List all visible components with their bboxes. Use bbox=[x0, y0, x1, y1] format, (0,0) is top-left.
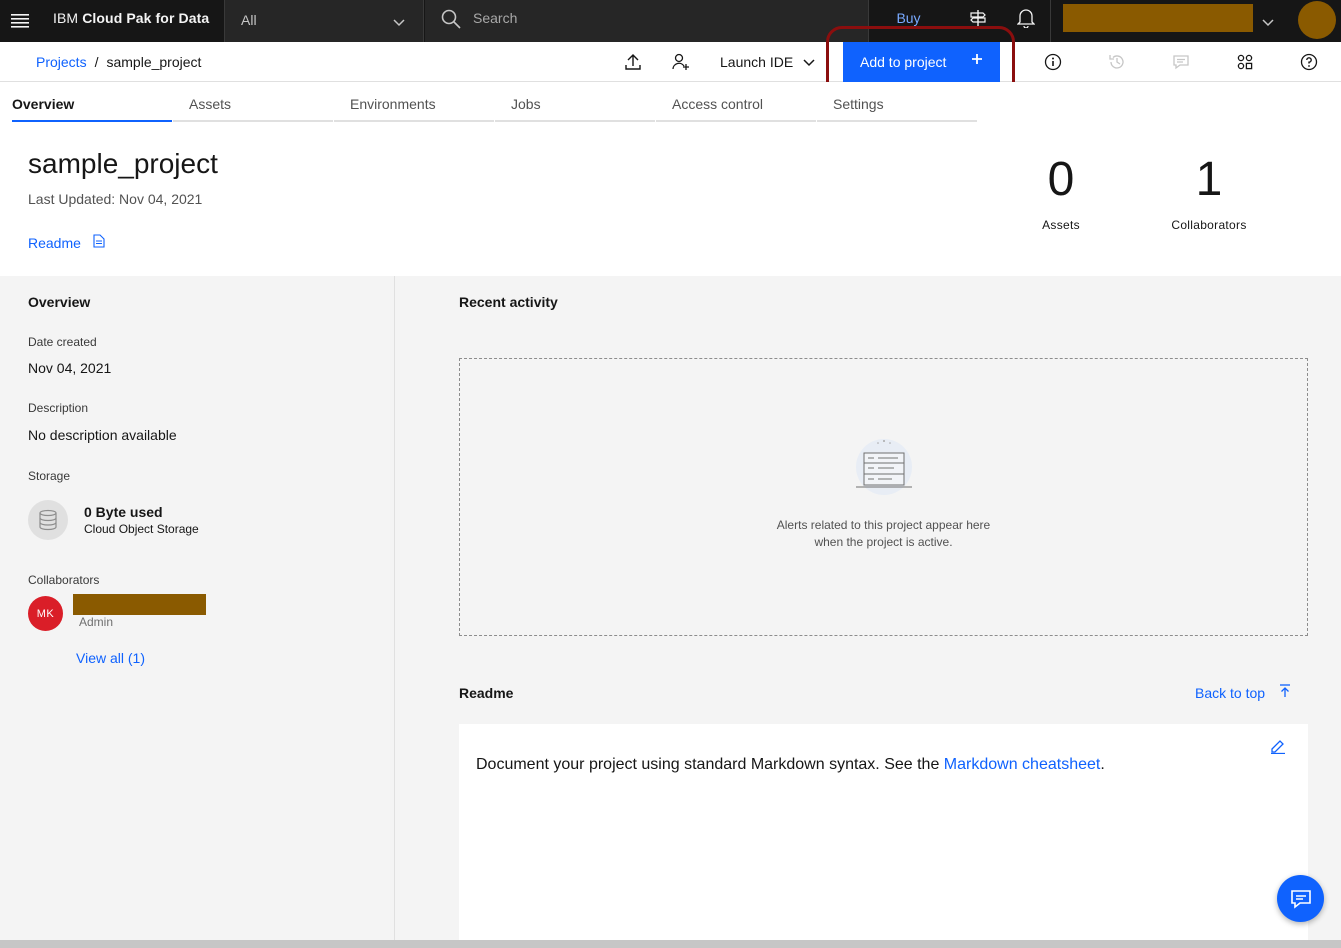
empty-state-line-1: Alerts related to this project appear he… bbox=[776, 518, 991, 532]
readme-body-suffix: . bbox=[1100, 756, 1105, 773]
add-collaborator-icon[interactable] bbox=[665, 42, 697, 82]
overview-panel-title: Overview bbox=[28, 294, 91, 310]
comment-icon[interactable] bbox=[1165, 42, 1197, 82]
breadcrumb-separator: / bbox=[94, 54, 99, 70]
breadcrumb: Projects / sample_project bbox=[36, 54, 201, 70]
help-icon[interactable] bbox=[1293, 42, 1325, 82]
chevron-down-icon bbox=[393, 14, 405, 32]
project-header-bar: Projects / sample_project Launch IDE Add t… bbox=[0, 42, 1341, 82]
tab-environments[interactable]: Environments bbox=[334, 82, 494, 122]
empty-state-message: Alerts related to this project appear he… bbox=[460, 517, 1307, 551]
date-created-label: Date created bbox=[28, 335, 97, 349]
recent-activity-title: Recent activity bbox=[459, 294, 558, 310]
apps-icon[interactable] bbox=[1229, 42, 1261, 82]
launch-ide-label: Launch IDE bbox=[720, 54, 794, 70]
readme-body-text: Document your project using standard Mar… bbox=[476, 756, 944, 773]
readme-content: Document your project using standard Mar… bbox=[459, 724, 1308, 948]
buy-link[interactable]: Buy bbox=[868, 0, 948, 42]
readme-link[interactable]: Readme bbox=[28, 234, 105, 251]
overview-panel: Overview Date created Nov 04, 2021 Descr… bbox=[0, 276, 395, 948]
search-scope-value: All bbox=[241, 12, 257, 28]
readme-title: Readme bbox=[459, 685, 514, 701]
collaborator-role: Admin bbox=[79, 615, 114, 629]
readme-body: Document your project using standard Mar… bbox=[476, 756, 1105, 774]
collaborators-count: 1 bbox=[1195, 153, 1223, 206]
signpost-icon[interactable] bbox=[954, 0, 1002, 42]
brand-prefix: IBM bbox=[53, 10, 79, 26]
avatar: MK bbox=[28, 596, 63, 631]
readme-link-label: Readme bbox=[28, 234, 81, 251]
description-label: Description bbox=[28, 401, 89, 415]
product-name[interactable]: IBM Cloud Pak for Data bbox=[53, 0, 209, 42]
add-icon bbox=[970, 52, 984, 69]
database-icon bbox=[28, 500, 68, 540]
date-created-value: Nov 04, 2021 bbox=[28, 360, 112, 376]
redacted-account-name bbox=[1063, 4, 1253, 32]
chevron-down-icon bbox=[1262, 14, 1274, 32]
collaborators-stat-label: Collaborators bbox=[1171, 218, 1247, 232]
chevron-down-icon bbox=[803, 54, 815, 70]
history-icon[interactable] bbox=[1101, 42, 1133, 82]
project-tabs: Overview Assets Environments Jobs Access… bbox=[12, 82, 977, 122]
assets-count: 0 bbox=[1047, 153, 1075, 206]
search-icon bbox=[441, 9, 461, 34]
view-all-collaborators-link[interactable]: View all (1) bbox=[76, 650, 145, 666]
search-scope-dropdown[interactable]: All bbox=[224, 0, 424, 42]
storage-used: 0 Byte used bbox=[84, 504, 163, 520]
notification-icon[interactable] bbox=[1002, 0, 1050, 42]
assets-stat-label: Assets bbox=[1042, 218, 1080, 232]
tab-jobs[interactable]: Jobs bbox=[495, 82, 655, 122]
arrow-up-icon bbox=[1279, 684, 1291, 701]
document-icon bbox=[93, 234, 105, 251]
launch-ide-menu[interactable]: Launch IDE bbox=[710, 42, 825, 82]
redacted-collaborator-name bbox=[73, 594, 206, 615]
search-input[interactable] bbox=[473, 0, 853, 36]
description-value: No description available bbox=[28, 427, 177, 443]
brand-name: Cloud Pak for Data bbox=[82, 10, 210, 26]
edit-icon[interactable] bbox=[1270, 738, 1286, 759]
search-bar bbox=[425, 0, 868, 42]
recent-activity-empty-state: Alerts related to this project appear he… bbox=[459, 358, 1308, 636]
add-to-project-button[interactable]: Add to project bbox=[843, 42, 1000, 82]
top-navigation-bar: IBM Cloud Pak for Data All Buy bbox=[0, 0, 1341, 42]
collaborators-stat: 1 Collaborators bbox=[1159, 152, 1259, 232]
add-to-project-label: Add to project bbox=[860, 54, 947, 70]
back-to-top-link[interactable]: Back to top bbox=[1195, 684, 1291, 701]
empty-state-line-2: when the project is active. bbox=[814, 535, 953, 549]
info-icon[interactable] bbox=[1037, 42, 1069, 82]
breadcrumb-projects-link[interactable]: Projects bbox=[36, 54, 87, 70]
breadcrumb-current: sample_project bbox=[106, 54, 202, 70]
markdown-cheatsheet-link[interactable]: Markdown cheatsheet bbox=[944, 756, 1101, 773]
back-to-top-label: Back to top bbox=[1195, 684, 1266, 701]
storage-label: Storage bbox=[28, 469, 71, 483]
upload-icon[interactable] bbox=[617, 42, 649, 82]
tab-settings[interactable]: Settings bbox=[817, 82, 977, 122]
tab-access-control[interactable]: Access control bbox=[656, 82, 816, 122]
storage-type: Cloud Object Storage bbox=[84, 522, 199, 536]
tab-overview[interactable]: Overview bbox=[12, 82, 172, 122]
collaborators-label: Collaborators bbox=[28, 573, 100, 587]
user-avatar[interactable] bbox=[1298, 1, 1336, 39]
menu-icon[interactable] bbox=[0, 0, 40, 42]
chat-icon[interactable] bbox=[1277, 875, 1324, 922]
horizontal-scrollbar[interactable] bbox=[0, 940, 1341, 948]
tab-assets[interactable]: Assets bbox=[173, 82, 333, 122]
empty-list-illustration-icon bbox=[852, 437, 916, 502]
account-switcher[interactable] bbox=[1050, 0, 1290, 42]
project-summary-section: Overview Assets Environments Jobs Access… bbox=[0, 82, 1341, 276]
assets-stat: 0 Assets bbox=[1021, 152, 1101, 232]
page-title: sample_project bbox=[28, 148, 218, 179]
last-updated-text: Last Updated: Nov 04, 2021 bbox=[28, 191, 203, 207]
